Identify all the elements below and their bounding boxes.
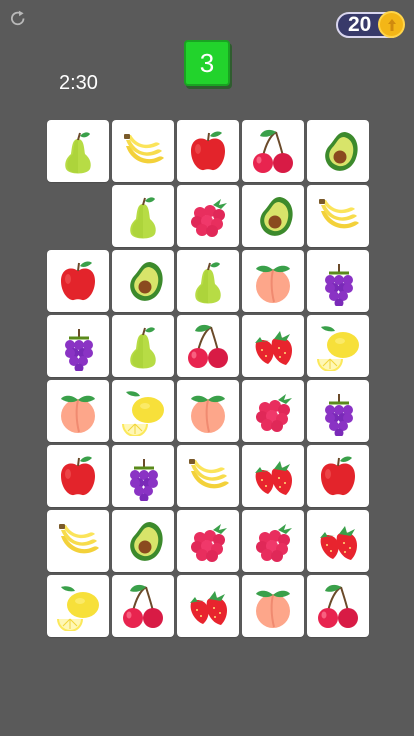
- tile-grapes[interactable]: [47, 315, 109, 377]
- tile-raspberry[interactable]: [242, 510, 304, 572]
- tile-strawberry[interactable]: [177, 575, 239, 637]
- restart-button[interactable]: [7, 8, 29, 30]
- tile-apple[interactable]: [177, 120, 239, 182]
- tile-raspberry[interactable]: [177, 185, 239, 247]
- tile-pear[interactable]: [47, 120, 109, 182]
- tile-lemon[interactable]: [47, 575, 109, 637]
- tile-grapes[interactable]: [307, 380, 369, 442]
- cherry-icon: [253, 129, 293, 173]
- peach-icon: [191, 395, 225, 433]
- grapes-icon: [65, 329, 93, 371]
- tile-peach[interactable]: [242, 575, 304, 637]
- cherry-icon: [188, 324, 228, 368]
- strawberry-icon: [190, 591, 227, 625]
- tile-banana[interactable]: [47, 510, 109, 572]
- level-badge: 3: [184, 40, 230, 86]
- tile-lemon[interactable]: [112, 380, 174, 442]
- raspberry-icon: [191, 524, 227, 562]
- pear-icon: [65, 132, 91, 174]
- apple-icon: [191, 131, 225, 171]
- banana-icon: [124, 134, 164, 164]
- tile-apple[interactable]: [47, 445, 109, 507]
- tile-cherry[interactable]: [242, 120, 304, 182]
- coin-count: 20: [348, 13, 372, 36]
- strawberry-icon: [320, 526, 357, 560]
- tile-lemon[interactable]: [307, 315, 369, 377]
- tile-apple[interactable]: [47, 250, 109, 312]
- tile-banana[interactable]: [112, 120, 174, 182]
- tile-raspberry[interactable]: [177, 510, 239, 572]
- tile-avocado[interactable]: [307, 120, 369, 182]
- tile-banana[interactable]: [307, 185, 369, 247]
- lemon-icon: [317, 326, 359, 371]
- tile-strawberry[interactable]: [242, 445, 304, 507]
- tile-peach[interactable]: [177, 380, 239, 442]
- peach-icon: [61, 395, 95, 433]
- tile-avocado[interactable]: [112, 250, 174, 312]
- peach-icon: [256, 265, 290, 303]
- peach-icon: [256, 590, 290, 628]
- strawberry-icon: [255, 331, 292, 365]
- grapes-icon: [130, 459, 158, 501]
- tile-grapes[interactable]: [307, 250, 369, 312]
- tile-banana[interactable]: [177, 445, 239, 507]
- apple-icon: [61, 456, 95, 496]
- avocado-icon: [260, 197, 293, 236]
- strawberry-icon: [255, 461, 292, 495]
- tile-cherry[interactable]: [177, 315, 239, 377]
- avocado-icon: [130, 262, 163, 301]
- avocado-icon: [130, 522, 163, 561]
- tile-raspberry[interactable]: [242, 380, 304, 442]
- lemon-icon: [57, 586, 99, 631]
- pear-icon: [130, 327, 156, 369]
- tile-strawberry[interactable]: [307, 510, 369, 572]
- tile-pear[interactable]: [112, 185, 174, 247]
- tile-peach[interactable]: [242, 250, 304, 312]
- cherry-icon: [318, 584, 358, 628]
- lemon-icon: [122, 391, 164, 436]
- cherry-icon: [123, 584, 163, 628]
- pear-icon: [195, 262, 221, 304]
- tile-peach[interactable]: [47, 380, 109, 442]
- grapes-icon: [325, 394, 353, 436]
- tile-strawberry[interactable]: [242, 315, 304, 377]
- tile-grapes[interactable]: [112, 445, 174, 507]
- tile-cherry[interactable]: [112, 575, 174, 637]
- tile-apple[interactable]: [307, 445, 369, 507]
- timer: 2:30: [59, 72, 98, 94]
- banana-icon: [319, 199, 359, 229]
- tile-pear[interactable]: [112, 315, 174, 377]
- apple-icon: [321, 456, 355, 496]
- tile-avocado[interactable]: [242, 185, 304, 247]
- coin-icon: [378, 11, 405, 38]
- raspberry-icon: [256, 394, 292, 432]
- refresh-icon: [11, 10, 25, 26]
- tile-pear[interactable]: [177, 250, 239, 312]
- raspberry-icon: [256, 524, 292, 562]
- apple-icon: [61, 261, 95, 301]
- avocado-icon: [325, 132, 358, 171]
- banana-icon: [59, 524, 99, 554]
- tile-cherry[interactable]: [307, 575, 369, 637]
- pear-icon: [130, 197, 156, 239]
- raspberry-icon: [191, 199, 227, 237]
- banana-icon: [189, 459, 229, 489]
- grapes-icon: [325, 264, 353, 306]
- tile-avocado[interactable]: [112, 510, 174, 572]
